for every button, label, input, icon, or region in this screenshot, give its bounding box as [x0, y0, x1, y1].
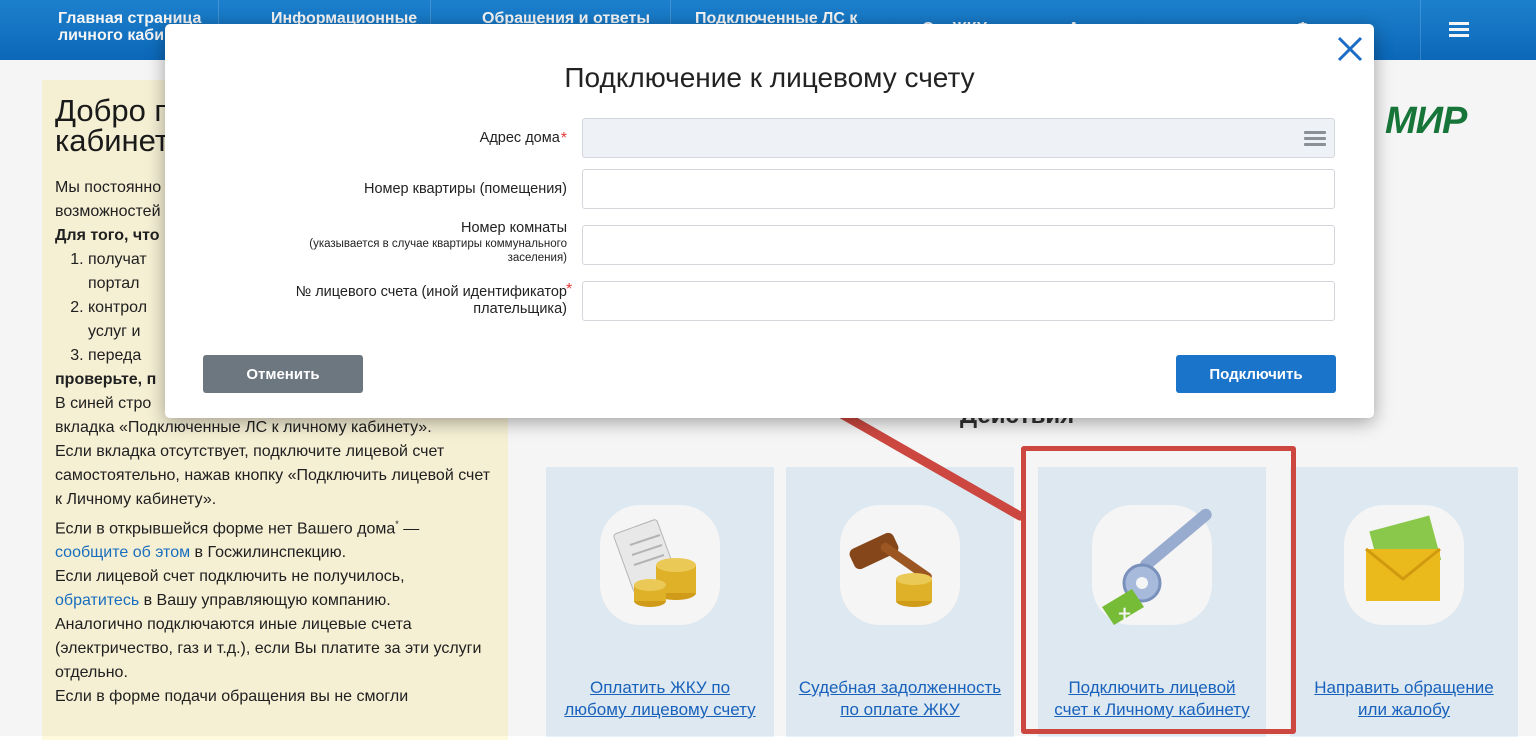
- connect-button[interactable]: Подключить: [1176, 355, 1336, 393]
- cancel-button[interactable]: Отменить: [203, 355, 363, 393]
- list-icon[interactable]: [1304, 131, 1326, 149]
- account-input[interactable]: [582, 281, 1335, 321]
- address-label: Адрес дома*: [479, 130, 567, 147]
- room-label: Номер комнаты (указывается в случае квар…: [309, 220, 567, 264]
- required-mark: *: [566, 281, 573, 298]
- flat-label: Номер квартиры (помещения): [363, 181, 567, 197]
- close-icon[interactable]: [1335, 34, 1365, 64]
- room-hint: (указывается в случае квартиры коммуналь…: [309, 238, 567, 264]
- room-input[interactable]: [582, 225, 1335, 265]
- connect-account-dialog: Подключение к лицевому счету Адрес дома*…: [165, 24, 1374, 418]
- account-label: № лицевого счета (иной идентификатор пла…: [295, 284, 567, 317]
- dialog-title: Подключение к лицевому счету: [564, 62, 975, 93]
- address-select[interactable]: [582, 118, 1335, 158]
- flat-input[interactable]: [582, 169, 1335, 209]
